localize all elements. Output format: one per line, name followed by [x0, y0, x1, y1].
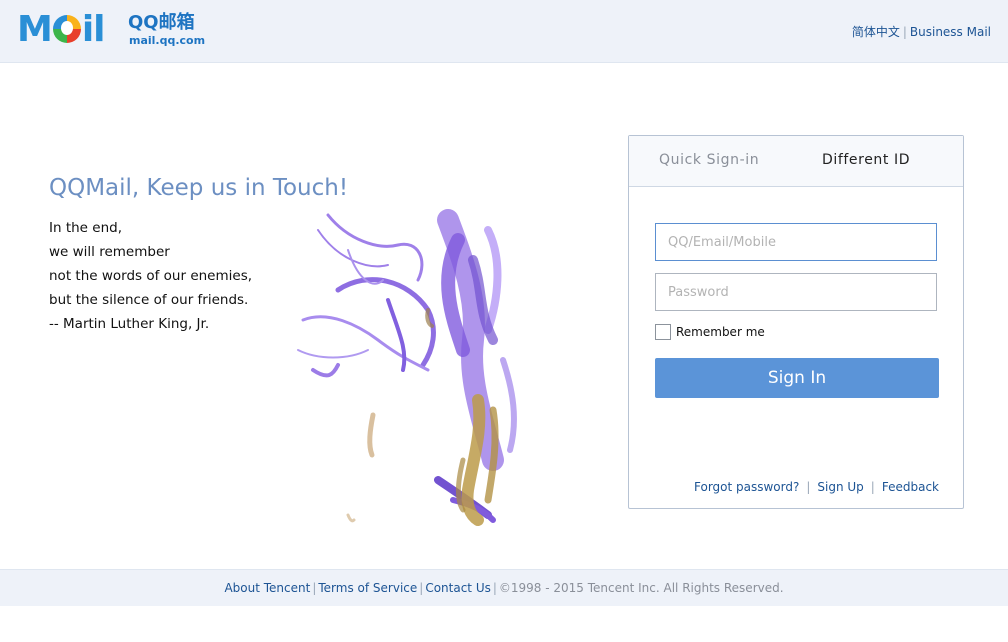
forgot-password-link[interactable]: Forgot password?	[694, 480, 799, 494]
quote-line: In the end,	[49, 220, 122, 236]
quote-author: -- Martin Luther King, Jr.	[49, 316, 210, 332]
about-tencent-link[interactable]: About Tencent	[224, 581, 310, 595]
login-links: Forgot password? | Sign Up | Feedback	[694, 480, 939, 494]
password-input[interactable]	[655, 273, 937, 311]
separator: |	[419, 581, 424, 595]
remember-me-label: Remember me	[676, 325, 765, 339]
penguin-o-icon	[52, 15, 81, 43]
remember-me-checkbox[interactable]	[655, 324, 671, 340]
separator: |	[902, 25, 907, 39]
quote-line: but the silence of our friends.	[49, 292, 249, 308]
username-input[interactable]	[655, 223, 937, 261]
slogan: QQMail, Keep us in Touch!	[49, 175, 349, 201]
separator: |	[806, 480, 811, 494]
language-link[interactable]: 简体中文	[852, 25, 900, 39]
top-links: 简体中文 | Business Mail	[852, 23, 991, 40]
mail-logo[interactable]: Mil	[17, 10, 106, 50]
login-tabs: Quick Sign-in Different ID	[629, 136, 963, 187]
copyright-text: ©1998 - 2015 Tencent Inc. All Rights Res…	[498, 581, 784, 595]
footer: About Tencent | Terms of Service | Contact U…	[0, 569, 1008, 606]
feedback-link[interactable]: Feedback	[882, 480, 939, 494]
separator: |	[492, 581, 497, 595]
paint-splash-illustration	[297, 209, 517, 526]
tab-quick-sign-in[interactable]: Quick Sign-in	[659, 152, 759, 168]
contact-us-link[interactable]: Contact Us	[425, 581, 491, 595]
quote-line: we will remember	[49, 244, 170, 260]
quote: In the end, we will remember not the wor…	[49, 216, 252, 336]
sign-in-button[interactable]: Sign In	[655, 358, 939, 398]
quote-line: not the words of our enemies,	[49, 268, 253, 284]
brand-name: QQ邮箱	[128, 12, 195, 33]
top-bar: Mil QQ邮箱 mail.qq.com 简体中文 | Business Mail	[0, 0, 1008, 63]
remember-me[interactable]: Remember me	[655, 324, 765, 342]
login-panel: Quick Sign-in Different ID Remember me S…	[628, 135, 964, 509]
business-mail-link[interactable]: Business Mail	[910, 25, 991, 39]
tab-different-id[interactable]: Different ID	[822, 152, 910, 168]
brand-url: mail.qq.com	[129, 34, 206, 47]
terms-of-service-link[interactable]: Terms of Service	[318, 581, 417, 595]
separator: |	[312, 581, 317, 595]
separator: |	[870, 480, 875, 494]
sign-up-link[interactable]: Sign Up	[817, 480, 863, 494]
